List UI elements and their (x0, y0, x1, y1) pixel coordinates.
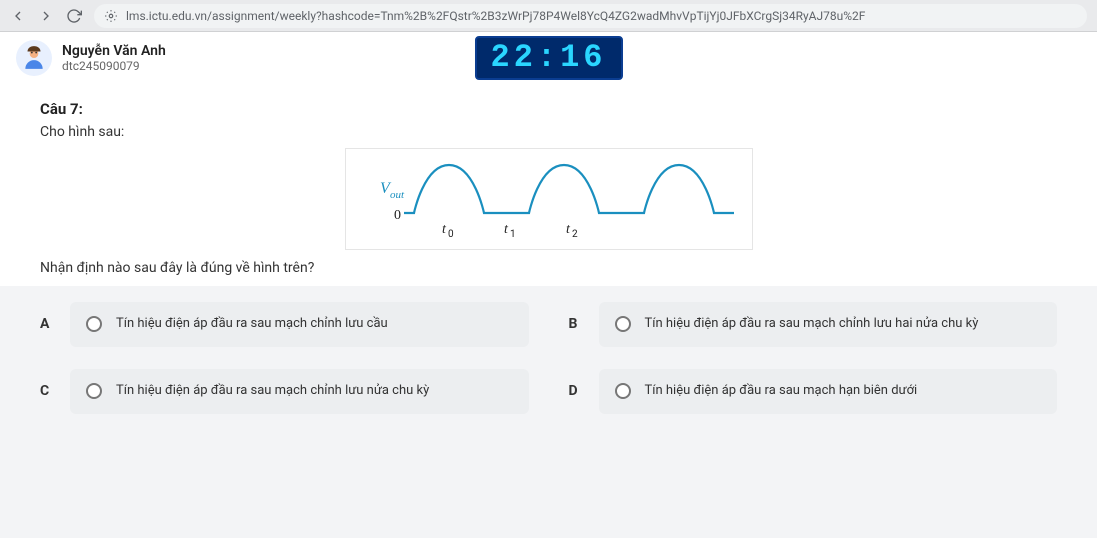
option-letter: D (569, 383, 583, 399)
browser-bar: lms.ictu.edu.vn/assignment/weekly?hashco… (0, 0, 1097, 32)
page-header: Nguyễn Văn Anh dtc245090079 22:16 (0, 32, 1097, 84)
question-panel: Câu 7: Cho hình sau: V out 0 t0 t1 t2 Nh… (0, 84, 1097, 286)
waveform-figure: V out 0 t0 t1 t2 (345, 148, 753, 250)
option-letter: C (40, 383, 54, 399)
option-text: Tín hiệu điện áp đầu ra sau mạch chỉnh l… (116, 316, 388, 333)
svg-text:t: t (504, 222, 509, 237)
svg-text:out: out (390, 189, 405, 201)
question-followup: Nhận định nào sau đây là đúng về hình tr… (40, 260, 1057, 276)
url-text: lms.ictu.edu.vn/assignment/weekly?hashco… (126, 9, 865, 23)
svg-text:t: t (442, 222, 447, 237)
option-b: B Tín hiệu điện áp đầu ra sau mạch chỉnh… (569, 302, 1058, 347)
url-bar[interactable]: lms.ictu.edu.vn/assignment/weekly?hashco… (94, 4, 1087, 28)
option-a: A Tín hiệu điện áp đầu ra sau mạch chỉnh… (40, 302, 529, 347)
option-text: Tín hiệu điện áp đầu ra sau mạch chỉnh l… (645, 316, 979, 333)
svg-text:0: 0 (448, 229, 454, 240)
option-d: D Tín hiệu điện áp đầu ra sau mạch hạn b… (569, 369, 1058, 414)
question-prompt: Cho hình sau: (40, 124, 1057, 140)
radio-icon (615, 316, 631, 332)
option-b-body[interactable]: Tín hiệu điện áp đầu ra sau mạch chỉnh l… (599, 302, 1058, 347)
option-text: Tín hiệu điện áp đầu ra sau mạch chỉnh l… (116, 383, 429, 400)
option-c-body[interactable]: Tín hiệu điện áp đầu ra sau mạch chỉnh l… (70, 369, 529, 414)
options-grid: A Tín hiệu điện áp đầu ra sau mạch chỉnh… (0, 286, 1097, 430)
radio-icon (86, 383, 102, 399)
forward-icon[interactable] (38, 8, 54, 24)
option-letter: B (569, 316, 583, 332)
option-c: C Tín hiệu điện áp đầu ra sau mạch chỉnh… (40, 369, 529, 414)
user-name: Nguyễn Văn Anh (62, 43, 166, 59)
reload-icon[interactable] (66, 8, 82, 24)
option-text: Tín hiệu điện áp đầu ra sau mạch hạn biê… (645, 383, 918, 400)
user-id: dtc245090079 (62, 59, 166, 73)
svg-text:t: t (566, 222, 571, 237)
site-settings-icon (104, 9, 118, 23)
radio-icon (615, 383, 631, 399)
back-icon[interactable] (10, 8, 26, 24)
user-block: Nguyễn Văn Anh dtc245090079 (62, 43, 166, 73)
svg-text:2: 2 (572, 229, 578, 240)
option-a-body[interactable]: Tín hiệu điện áp đầu ra sau mạch chỉnh l… (70, 302, 529, 347)
countdown-timer: 22:16 (474, 36, 622, 79)
radio-icon (86, 316, 102, 332)
svg-text:1: 1 (510, 229, 516, 240)
figure-container: V out 0 t0 t1 t2 (40, 148, 1057, 250)
option-letter: A (40, 316, 54, 332)
question-number: Câu 7: (40, 100, 1057, 118)
option-d-body[interactable]: Tín hiệu điện áp đầu ra sau mạch hạn biê… (599, 369, 1058, 414)
avatar[interactable] (16, 40, 52, 76)
svg-text:0: 0 (394, 208, 401, 223)
